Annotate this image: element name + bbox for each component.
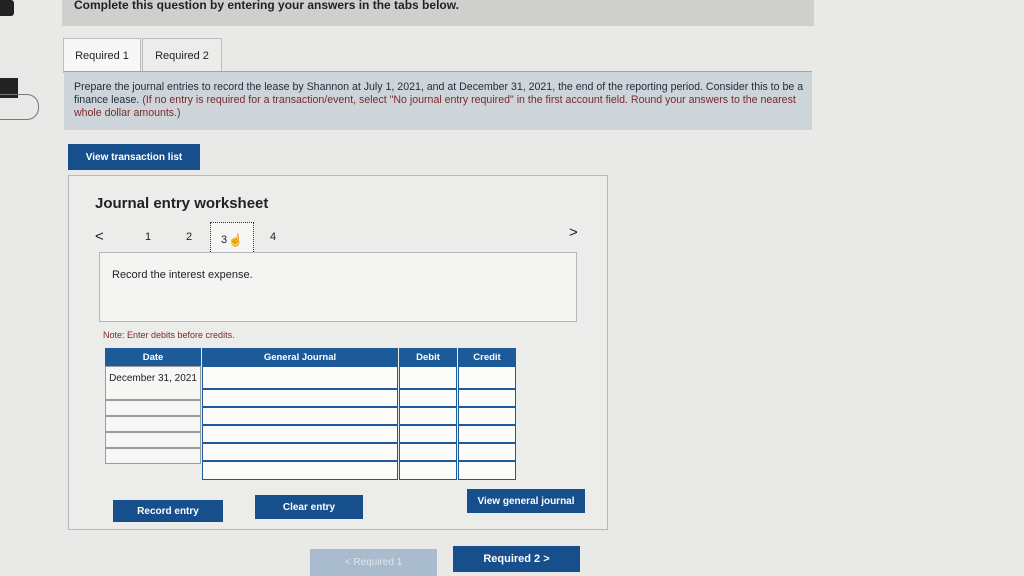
debit-input[interactable] [399,425,457,443]
tab-required-2[interactable]: Required 2 [142,38,222,73]
journal-entry-worksheet: Journal entry worksheet < 1 2 3 ☝ 4 > Re… [68,175,608,530]
transaction-description-box: Record the interest expense. [99,252,577,322]
question-header: Complete this question by entering your … [62,0,814,26]
date-column: December 31, 2021 [105,366,201,480]
column-header-date: Date [105,348,201,366]
account-input[interactable] [202,366,398,389]
record-entry-button[interactable]: Record entry [113,500,223,522]
instructions-parenthetical: (If no entry is required for a transacti… [74,94,796,119]
credit-input[interactable] [458,407,516,425]
instructions-panel: Prepare the journal entries to record th… [64,71,812,130]
column-header-credit: Credit [458,348,516,366]
account-input[interactable] [202,461,398,480]
side-edge-mark [0,0,14,16]
account-input[interactable] [202,425,398,443]
chevron-right-icon[interactable]: > [569,224,578,241]
column-header-debit: Debit [399,348,457,366]
transaction-description: Record the interest expense. [112,269,253,281]
debit-input[interactable] [399,443,457,461]
general-journal-column [202,366,398,480]
date-cell-empty [105,400,201,416]
date-cell: December 31, 2021 [105,366,201,400]
credit-input[interactable] [458,389,516,407]
tab-required-2-label: Required 2 [155,50,209,62]
credit-input[interactable] [458,366,516,389]
account-input[interactable] [202,443,398,461]
tab-required-1[interactable]: Required 1 [63,38,141,73]
next-required-button[interactable]: Required 2 > [453,546,580,572]
tab-required-1-label: Required 1 [75,50,129,62]
debit-input[interactable] [399,407,457,425]
debit-input[interactable] [399,461,457,480]
account-input[interactable] [202,407,398,425]
page-link-1[interactable]: 1 [145,231,151,243]
credit-column [458,366,516,480]
page-link-4[interactable]: 4 [270,231,276,243]
view-transaction-list-button[interactable]: View transaction list [68,144,200,170]
page-3-label: 3 [220,234,228,246]
date-cell-empty [105,448,201,464]
question-instruction: Complete this question by entering your … [74,0,459,12]
instructions-text: Prepare the journal entries to record th… [74,81,804,120]
date-cell-empty [105,432,201,448]
date-cell-empty [105,416,201,432]
journal-table: Date General Journal Debit Credit Decemb… [105,348,517,480]
hand-cursor-icon: ☝ [228,233,244,247]
side-edge-handle[interactable] [0,94,39,120]
debit-input[interactable] [399,366,457,389]
credit-input[interactable] [458,461,516,480]
credit-input[interactable] [458,443,516,461]
worksheet-title: Journal entry worksheet [95,195,269,212]
column-header-general-journal: General Journal [202,348,398,366]
debit-credit-note: Note: Enter debits before credits. [103,330,235,340]
clear-entry-button[interactable]: Clear entry [255,495,363,519]
chevron-left-icon[interactable]: < [95,228,104,245]
prev-required-button[interactable]: < Required 1 [310,549,437,576]
view-general-journal-button[interactable]: View general journal [467,489,585,513]
debit-column [399,366,457,480]
page-link-2[interactable]: 2 [186,231,192,243]
debit-input[interactable] [399,389,457,407]
credit-input[interactable] [458,425,516,443]
account-input[interactable] [202,389,398,407]
